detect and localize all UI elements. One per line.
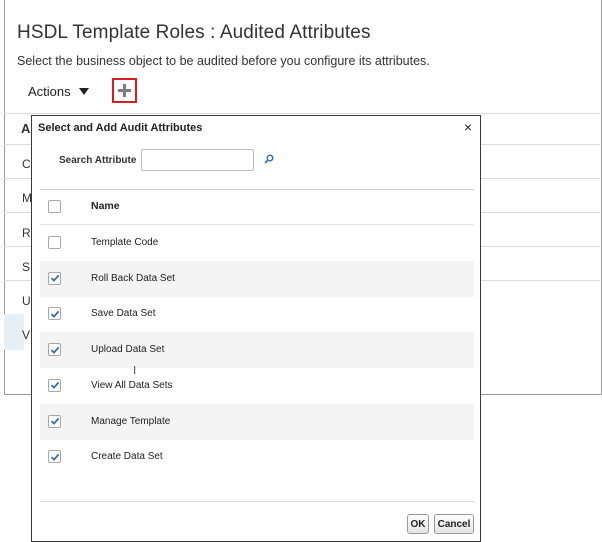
- attribute-checkbox[interactable]: [48, 450, 61, 464]
- attribute-checkbox[interactable]: [48, 414, 61, 428]
- list-item[interactable]: Template Code: [40, 225, 474, 261]
- dialog-title: Select and Add Audit Attributes: [38, 122, 203, 134]
- caret-down-icon: [78, 88, 89, 95]
- page-subtitle: Select the business object to be audited…: [17, 54, 430, 68]
- attribute-checkbox[interactable]: [48, 236, 61, 249]
- attribute-checkbox[interactable]: [48, 307, 61, 321]
- checkmark-icon: [50, 382, 59, 390]
- attribute-name: Save Data Set: [91, 308, 156, 320]
- list-item[interactable]: Create Data Set: [40, 439, 474, 475]
- attribute-name: Roll Back Data Set: [91, 272, 175, 284]
- name-column-header: Name: [91, 200, 120, 212]
- select-all-checkbox[interactable]: [48, 200, 61, 213]
- checkmark-icon: [50, 417, 59, 425]
- table-row[interactable]: S: [22, 260, 30, 274]
- text-cursor-icon: I: [133, 364, 137, 377]
- checkmark-icon: [50, 274, 59, 283]
- table-row[interactable]: R: [22, 226, 31, 240]
- page-title: HSDL Template Roles : Audited Attributes: [17, 22, 371, 43]
- selected-row-highlight: [4, 314, 24, 350]
- list-item[interactable]: View All Data Sets: [40, 368, 474, 404]
- attribute-checkbox[interactable]: [48, 271, 61, 285]
- attribute-name: Upload Data Set: [91, 344, 165, 356]
- search-icon[interactable]: [264, 154, 274, 164]
- attribute-name: Create Data Set: [91, 451, 163, 463]
- list-item[interactable]: Upload Data Set: [40, 332, 474, 369]
- actions-menu[interactable]: Actions: [28, 84, 89, 99]
- list-item[interactable]: Save Data Set: [40, 296, 474, 332]
- actions-label: Actions: [28, 84, 71, 99]
- checkmark-icon: [50, 346, 59, 354]
- attribute-checkbox[interactable]: [48, 378, 61, 392]
- attribute-name: Template Code: [91, 237, 159, 248]
- table-row[interactable]: C: [22, 157, 31, 171]
- table-divider: [4, 113, 600, 114]
- checkmark-icon: [50, 453, 59, 461]
- table-row[interactable]: U: [22, 294, 31, 308]
- attribute-checkbox[interactable]: [48, 343, 61, 357]
- list-item[interactable]: Roll Back Data Set: [40, 260, 474, 297]
- checkmark-icon: [50, 310, 59, 318]
- list-header-row: Name: [40, 189, 474, 225]
- plus-icon: [118, 84, 131, 97]
- add-button[interactable]: [112, 78, 137, 103]
- search-attribute-input[interactable]: [141, 149, 254, 171]
- select-audit-attributes-dialog: Select and Add Audit Attributes × Search…: [31, 115, 481, 542]
- table-header-cell: A: [21, 121, 31, 136]
- close-button[interactable]: ×: [464, 120, 472, 134]
- search-attribute-label: Search Attribute: [59, 155, 137, 166]
- list-item[interactable]: Manage Template: [40, 403, 474, 440]
- attribute-name: Manage Template: [91, 415, 171, 427]
- ok-button[interactable]: OK: [407, 514, 429, 534]
- cancel-button[interactable]: Cancel: [434, 514, 474, 534]
- footer-divider: [40, 501, 474, 502]
- table-row[interactable]: V: [22, 328, 30, 342]
- attribute-name: View All Data Sets: [91, 379, 173, 391]
